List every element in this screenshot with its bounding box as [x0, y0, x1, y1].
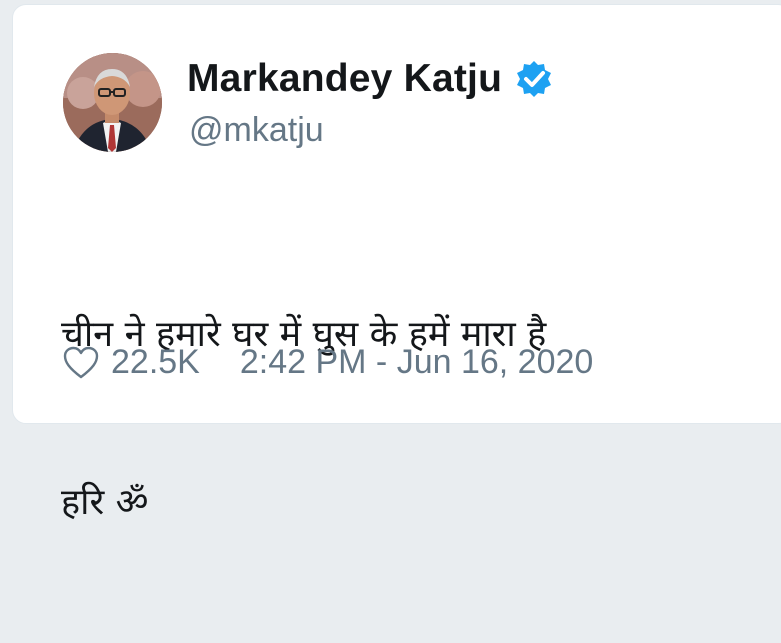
verified-badge-icon [514, 59, 554, 99]
author-handle[interactable]: @mkatju [189, 111, 324, 150]
tweet-timestamp[interactable]: 2:42 PM - Jun 16, 2020 [240, 343, 593, 382]
tweet-text: चीन ने हमारे घर में घुस के हमें मारा है … [61, 195, 761, 643]
like-count[interactable]: 22.5K [111, 343, 200, 382]
tweet-footer: 22.5K 2:42 PM - Jun 16, 2020 [63, 343, 593, 382]
author-name[interactable]: Markandey Katju [187, 57, 502, 101]
avatar-photo [63, 53, 162, 152]
heart-icon[interactable] [63, 346, 99, 380]
tweet-text-line-2: हरि ॐ [61, 482, 149, 523]
avatar[interactable] [63, 53, 162, 152]
tweet-card[interactable]: Markandey Katju @mkatju चीन ने हमारे घर … [12, 4, 781, 523]
author-row: Markandey Katju [187, 57, 554, 101]
